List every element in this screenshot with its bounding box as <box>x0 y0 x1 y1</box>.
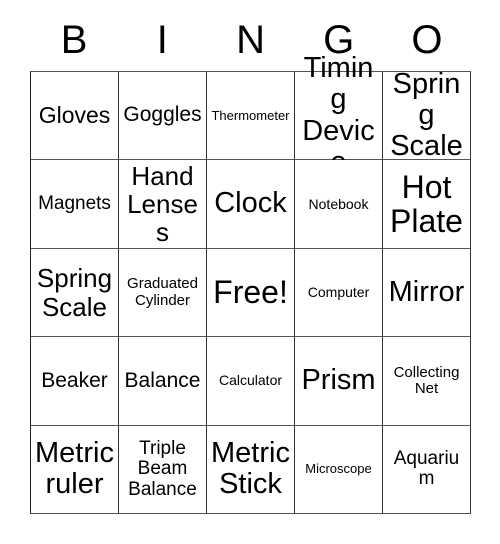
bingo-grid: Gloves Goggles Thermometer Timing Device… <box>30 52 471 515</box>
bingo-cell-label: Prism <box>301 364 376 397</box>
bingo-cell-label: Aquarium <box>393 447 460 490</box>
bingo-cell-label: Thermometer <box>211 107 290 123</box>
bingo-cell[interactable]: Timing Device <box>295 52 383 178</box>
bingo-cell[interactable]: Gloves <box>31 72 119 161</box>
bingo-cell[interactable]: Clock <box>207 160 295 249</box>
bingo-cell-label: Mirror <box>388 275 465 308</box>
bingo-row: Metric ruler Triple Beam Balance Metric … <box>31 425 471 515</box>
bingo-cell-label: Metric ruler <box>35 437 114 501</box>
bingo-cell[interactable]: Mirror <box>383 248 471 338</box>
bingo-cell[interactable]: Aquarium <box>383 425 471 515</box>
bingo-cell-label: Gloves <box>38 102 111 129</box>
bingo-cell[interactable]: Prism <box>295 337 383 426</box>
bingo-cell-label: Hot Plate <box>390 168 463 240</box>
bingo-cell-label: Hand Lenses <box>127 161 198 248</box>
bingo-cell-label: Notebook <box>308 195 369 212</box>
bingo-cell[interactable]: Goggles <box>119 72 207 161</box>
bingo-cell[interactable]: Beaker <box>31 337 119 426</box>
bingo-cell-label: Spring Scale <box>36 263 113 322</box>
bingo-cell-label: Microscope <box>305 461 372 477</box>
bingo-row: Beaker Balance Calculator Prism Collecti… <box>31 337 471 426</box>
bingo-card: B I N G O Gloves Goggles Thermometer Tim… <box>0 0 500 544</box>
bingo-cell[interactable]: Metric ruler <box>31 425 119 515</box>
bingo-cell-label: Goggles <box>123 103 202 127</box>
bingo-cell-label: Balance <box>124 368 201 392</box>
bingo-cell-label: Magnets <box>38 192 111 214</box>
bingo-row: Gloves Goggles Thermometer Timing Device… <box>31 52 471 178</box>
bingo-cell[interactable]: Triple Beam Balance <box>119 425 207 515</box>
bingo-cell-label: Triple Beam Balance <box>128 437 197 500</box>
bingo-cell[interactable]: Balance <box>119 337 207 426</box>
bingo-cell[interactable]: Metric Stick <box>207 425 295 515</box>
header-letter-i: I <box>156 18 168 62</box>
bingo-cell-label: Graduated Cylinder <box>127 275 198 309</box>
bingo-cell-label: Free! <box>213 274 288 311</box>
bingo-cell[interactable]: Hand Lenses <box>119 160 207 249</box>
header-letter-o: O <box>411 18 443 62</box>
bingo-cell-label: Calculator <box>218 372 283 389</box>
bingo-cell-free[interactable]: Free! <box>207 248 295 338</box>
bingo-cell[interactable]: Thermometer <box>207 72 295 161</box>
bingo-cell[interactable]: Computer <box>295 248 383 338</box>
bingo-cell-label: Spring Scale <box>390 67 463 163</box>
header-letter-b: B <box>60 18 88 62</box>
bingo-row: Spring Scale Graduated Cylinder Free! Co… <box>31 248 471 338</box>
bingo-cell-label: Computer <box>307 283 370 300</box>
bingo-cell-label: Clock <box>214 187 287 220</box>
bingo-cell[interactable]: Spring Scale <box>31 248 119 338</box>
bingo-cell[interactable]: Spring Scale <box>383 67 471 163</box>
bingo-cell[interactable]: Hot Plate <box>383 160 471 249</box>
bingo-cell-label: Metric Stick <box>211 437 290 501</box>
bingo-cell-label: Beaker <box>41 368 108 392</box>
bingo-cell[interactable]: Microscope <box>295 425 383 515</box>
bingo-cell[interactable]: Collecting Net <box>383 337 471 426</box>
header-letter-n: N <box>236 18 265 62</box>
bingo-row: Magnets Hand Lenses Clock Notebook Hot P… <box>31 160 471 249</box>
bingo-cell-label: Collecting Net <box>393 363 460 397</box>
bingo-header: B I N G O <box>30 14 471 66</box>
bingo-cell[interactable]: Magnets <box>31 160 119 249</box>
bingo-cell[interactable]: Notebook <box>295 160 383 249</box>
bingo-cell[interactable]: Calculator <box>207 337 295 426</box>
bingo-cell[interactable]: Graduated Cylinder <box>119 248 207 338</box>
